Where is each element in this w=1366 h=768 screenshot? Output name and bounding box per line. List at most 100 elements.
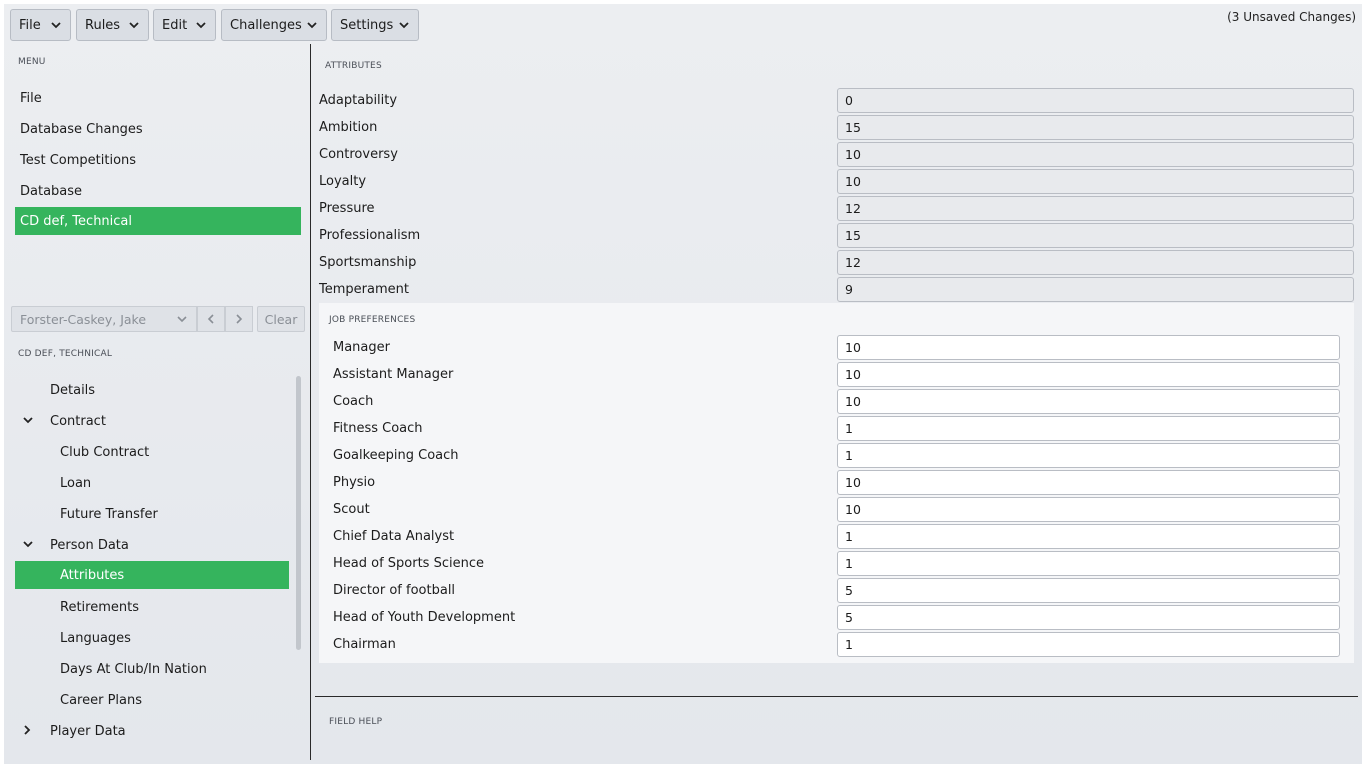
tree-item-player-data[interactable]: Player Data (50, 717, 126, 745)
chevron-down-icon (51, 22, 61, 29)
tree-scrollbar[interactable] (296, 376, 301, 650)
attribute-label: Ambition (319, 120, 378, 135)
tree-item-label: Languages (60, 630, 131, 646)
panel-divider[interactable] (310, 44, 311, 760)
assistant-manager-input[interactable]: 10 (837, 362, 1340, 387)
person-select[interactable]: Forster-Caskey, Jake (11, 306, 197, 332)
job-row-fitness-coach: Fitness Coach 1 (333, 416, 1343, 443)
sidebar-item-database-changes[interactable]: Database Changes (15, 115, 301, 143)
tree-item-label: Attributes (60, 567, 125, 583)
job-row-coach: Coach 10 (333, 389, 1343, 416)
attribute-label: Temperament (319, 282, 409, 297)
chevron-left-icon (207, 314, 214, 324)
pressure-input[interactable]: 12 (837, 196, 1354, 221)
sportsmanship-input[interactable]: 12 (837, 250, 1354, 275)
chief-data-analyst-input[interactable]: 1 (837, 524, 1340, 549)
head-of-sports-science-input[interactable]: 1 (837, 551, 1340, 576)
sidebar-item-label: Test Competitions (20, 152, 137, 168)
menu-edit[interactable]: Edit (153, 9, 216, 41)
tree-item-label: Career Plans (60, 692, 143, 708)
adaptability-input[interactable]: 0 (837, 88, 1354, 113)
menu-file[interactable]: File (10, 9, 71, 41)
chevron-down-icon[interactable] (22, 414, 34, 426)
job-label: Director of football (333, 583, 456, 598)
job-label: Physio (333, 475, 376, 490)
sidebar-item-label: File (20, 90, 42, 106)
job-label: Goalkeeping Coach (333, 448, 459, 463)
tree-item-loan[interactable]: Loan (60, 469, 91, 497)
professionalism-input[interactable]: 15 (837, 223, 1354, 248)
job-label: Head of Youth Development (333, 610, 516, 625)
job-label: Coach (333, 394, 374, 409)
menu-edit-label: Edit (162, 17, 188, 33)
chairman-input[interactable]: 1 (837, 632, 1340, 657)
sidebar-item-database[interactable]: Database (15, 177, 301, 205)
job-label: Chairman (333, 637, 396, 652)
tree-item-label: Player Data (50, 723, 126, 739)
chevron-down-icon (129, 22, 139, 29)
temperament-input[interactable]: 9 (837, 277, 1354, 302)
tree-item-label: Future Transfer (60, 506, 158, 522)
job-row-physio: Physio 10 (333, 470, 1343, 497)
controversy-input[interactable]: 10 (837, 142, 1354, 167)
menu-settings[interactable]: Settings (331, 9, 419, 41)
tree-item-label: Retirements (60, 599, 139, 615)
job-row-scout: Scout 10 (333, 497, 1343, 524)
job-row-head-of-youth-development: Head of Youth Development 5 (333, 605, 1343, 632)
tree-item-languages[interactable]: Languages (60, 624, 131, 652)
tree-item-label: Contract (50, 413, 106, 429)
sidebar-item-label: CD def, Technical (20, 213, 133, 229)
tree-item-retirements[interactable]: Retirements (60, 593, 139, 621)
clear-button[interactable]: Clear (257, 306, 305, 332)
previous-person-button[interactable] (197, 306, 225, 332)
tree-item-label: Loan (60, 475, 92, 491)
ambition-input[interactable]: 15 (837, 115, 1354, 140)
fitness-coach-input[interactable]: 1 (837, 416, 1340, 441)
coach-input[interactable]: 10 (837, 389, 1340, 414)
job-label: Assistant Manager (333, 367, 454, 382)
sidebar-item-cd-def-technical[interactable]: CD def, Technical (15, 207, 301, 235)
sidebar-item-file[interactable]: File (15, 84, 301, 112)
tree-item-label: Details (50, 382, 96, 398)
job-row-manager: Manager 10 (333, 335, 1343, 362)
attribute-label: Pressure (319, 201, 375, 216)
tree-item-person-data[interactable]: Person Data (50, 531, 129, 559)
unsaved-changes-indicator: (3 Unsaved Changes) (1227, 10, 1356, 24)
attribute-row-temperament: Temperament 9 (319, 277, 1359, 304)
attribute-label: Loyalty (319, 174, 367, 189)
menu-rules-label: Rules (85, 17, 121, 33)
tree-item-club-contract[interactable]: Club Contract (60, 438, 149, 466)
director-of-football-input[interactable]: 5 (837, 578, 1340, 603)
tree-item-label: Person Data (50, 537, 129, 553)
physio-input[interactable]: 10 (837, 470, 1340, 495)
job-label: Head of Sports Science (333, 556, 484, 571)
chevron-right-icon[interactable] (21, 724, 33, 736)
tree-item-attributes[interactable]: Attributes (15, 561, 289, 589)
menu-settings-label: Settings (340, 17, 394, 33)
chevron-down-icon (177, 316, 187, 323)
job-preferences-label: JOB PREFERENCES (329, 315, 416, 325)
scout-input[interactable]: 10 (837, 497, 1340, 522)
tree-item-details[interactable]: Details (50, 376, 95, 404)
menu-challenges[interactable]: Challenges (221, 9, 327, 41)
tree-item-days-at-club[interactable]: Days At Club/In Nation (60, 655, 207, 683)
job-row-goalkeeping-coach: Goalkeeping Coach 1 (333, 443, 1343, 470)
tree-item-label: Days At Club/In Nation (60, 661, 207, 677)
job-label: Manager (333, 340, 390, 355)
manager-input[interactable]: 10 (837, 335, 1340, 360)
attribute-row-ambition: Ambition 15 (319, 115, 1359, 142)
goalkeeping-coach-input[interactable]: 1 (837, 443, 1340, 468)
tree-item-career-plans[interactable]: Career Plans (60, 686, 142, 714)
person-section-label: CD DEF, TECHNICAL (18, 349, 113, 359)
next-person-button[interactable] (225, 306, 253, 332)
field-help-divider[interactable] (315, 696, 1358, 697)
job-row-assistant-manager: Assistant Manager 10 (333, 362, 1343, 389)
sidebar-item-test-competitions[interactable]: Test Competitions (15, 146, 301, 174)
chevron-down-icon[interactable] (22, 538, 34, 550)
head-of-youth-development-input[interactable]: 5 (837, 605, 1340, 630)
menu-rules[interactable]: Rules (76, 9, 149, 41)
tree-item-contract[interactable]: Contract (50, 407, 106, 435)
tree-item-future-transfer[interactable]: Future Transfer (60, 500, 158, 528)
loyalty-input[interactable]: 10 (837, 169, 1354, 194)
attribute-row-controversy: Controversy 10 (319, 142, 1359, 169)
